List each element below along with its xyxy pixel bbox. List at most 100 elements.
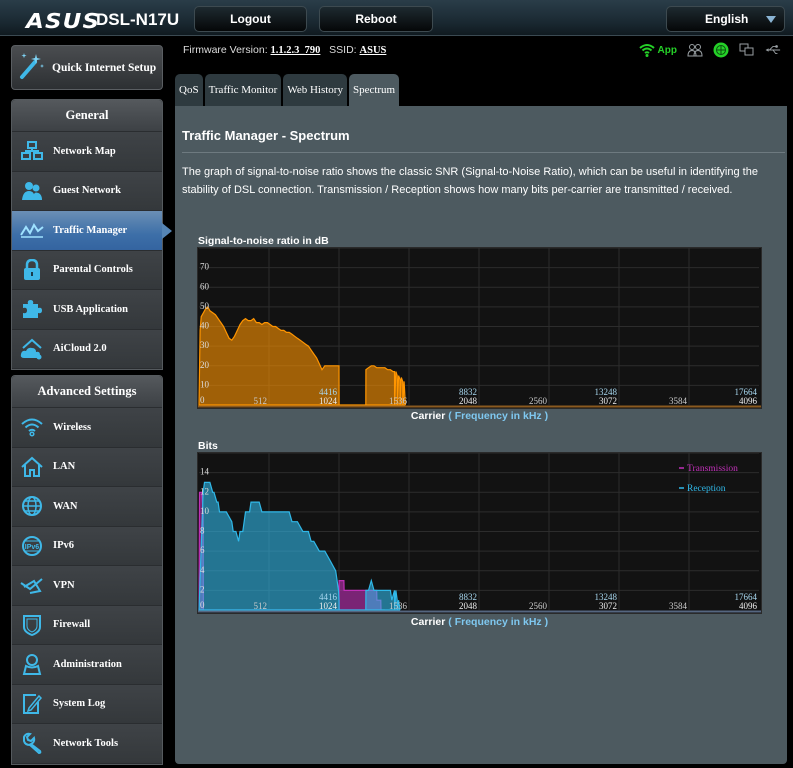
y-tick-label: 4 bbox=[200, 565, 205, 575]
y-tick-label: 0 bbox=[200, 395, 205, 405]
x-tick-label: 2048 bbox=[459, 601, 478, 611]
sidebar-item-administration[interactable]: Administration bbox=[12, 645, 162, 685]
sidebar-item-system-log[interactable]: System Log bbox=[12, 684, 162, 724]
admin-user-icon bbox=[19, 653, 45, 676]
x-freq-label: 13248 bbox=[595, 592, 618, 602]
menu-heading-advanced: Advanced Settings bbox=[12, 376, 162, 408]
y-tick-label: 8 bbox=[200, 526, 205, 536]
clients-icon[interactable] bbox=[687, 42, 703, 58]
y-tick-label: 2 bbox=[200, 584, 205, 594]
sidebar-item-ipv6[interactable]: IPv6 IPv6 bbox=[12, 526, 162, 566]
y-tick-label: 12 bbox=[200, 486, 209, 496]
y-tick-label: 50 bbox=[200, 301, 210, 311]
x-tick-label: 1024 bbox=[319, 396, 338, 406]
sidebar-item-label: Traffic Manager bbox=[53, 224, 128, 236]
axis-title-carrier: Carrier bbox=[410, 616, 446, 628]
y-tick-label: 10 bbox=[200, 379, 210, 389]
sidebar-item-parental-controls[interactable]: Parental Controls bbox=[12, 250, 162, 290]
wifi-icon bbox=[19, 416, 45, 438]
logout-button[interactable]: Logout bbox=[194, 6, 307, 32]
x-freq-label: 8832 bbox=[459, 592, 477, 602]
wifi-app-icon[interactable] bbox=[638, 42, 655, 58]
tab-spectrum[interactable]: Spectrum bbox=[348, 74, 400, 106]
sidebar-item-label: Network Tools bbox=[53, 737, 119, 749]
sidebar-item-label: Firewall bbox=[53, 619, 91, 631]
tab-web-history[interactable]: Web History bbox=[283, 74, 347, 106]
sidebar-item-aicloud[interactable]: AiCloud 2.0 bbox=[12, 329, 162, 369]
x-freq-label: 4416 bbox=[319, 387, 338, 397]
vpn-icon bbox=[19, 574, 45, 596]
y-tick-label: 60 bbox=[200, 281, 210, 291]
x-tick-label: 3584 bbox=[669, 601, 688, 611]
reboot-button[interactable]: Reboot bbox=[319, 6, 433, 32]
content-panel: Traffic Manager - Spectrum The graph of … bbox=[175, 106, 787, 764]
x-tick-label: 1024 bbox=[319, 601, 338, 611]
y-tick-label: 30 bbox=[200, 340, 210, 350]
quick-internet-setup-button[interactable]: Quick Internet Setup bbox=[11, 45, 163, 90]
x-tick-label: 512 bbox=[254, 601, 268, 611]
language-select[interactable]: English bbox=[666, 6, 785, 32]
y-tick-label: 10 bbox=[200, 506, 210, 516]
usb-icon[interactable] bbox=[765, 42, 781, 58]
sidebar-item-network-tools[interactable]: Network Tools bbox=[12, 724, 162, 764]
sidebar-item-wan[interactable]: WAN bbox=[12, 487, 162, 527]
cloud-home-icon bbox=[19, 338, 45, 360]
legend-label-transmission: Transmission bbox=[687, 464, 738, 474]
network-devices-icon[interactable] bbox=[739, 42, 755, 58]
y-tick-label: 6 bbox=[200, 545, 205, 555]
firmware-version-link[interactable]: 1.1.2.3_790 bbox=[271, 45, 321, 56]
sidebar-item-label: AiCloud 2.0 bbox=[53, 343, 107, 355]
magic-wand-icon bbox=[18, 50, 46, 85]
firmware-info: Firmware Version: 1.1.2.3_790 SSID: ASUS bbox=[183, 44, 386, 56]
x-freq-label: 17664 bbox=[735, 592, 758, 602]
wrench-icon bbox=[19, 732, 45, 755]
snr-x-axis-title: Carrier ( Frequency in kHz ) bbox=[197, 410, 762, 422]
series-area-snr bbox=[198, 305, 406, 406]
sidebar-item-firewall[interactable]: Firewall bbox=[12, 605, 162, 645]
sidebar-item-label: Parental Controls bbox=[53, 264, 133, 276]
app-link[interactable]: App bbox=[658, 45, 677, 56]
sidebar-item-label: IPv6 bbox=[53, 540, 74, 552]
y-tick-label: 20 bbox=[200, 360, 210, 370]
x-tick-label: 2560 bbox=[529, 396, 548, 406]
tab-bar: QoS Traffic Monitor Web History Spectrum bbox=[175, 74, 400, 106]
tab-qos[interactable]: QoS bbox=[175, 74, 203, 106]
series-area-reception bbox=[198, 481, 401, 611]
sidebar-item-lan[interactable]: LAN bbox=[12, 447, 162, 487]
shield-icon bbox=[19, 614, 45, 636]
axis-title-frequency: ( Frequency in kHz ) bbox=[448, 410, 549, 422]
x-tick-label: 4096 bbox=[739, 396, 758, 406]
bits-chart-svg: 0 2 4 6 8 10 12 14 512 1024 1536 2048 2560 3072 3584 40… bbox=[198, 453, 761, 613]
sidebar-item-label: System Log bbox=[53, 698, 106, 710]
sidebar-item-label: VPN bbox=[53, 579, 75, 591]
sidebar-item-wireless[interactable]: Wireless bbox=[12, 408, 162, 448]
x-tick-label: 3072 bbox=[599, 396, 617, 406]
x-tick-label: 512 bbox=[254, 396, 268, 406]
model-name: DSL-N17U bbox=[96, 10, 180, 29]
title-divider bbox=[182, 152, 785, 153]
x-freq-label: 8832 bbox=[459, 387, 477, 397]
sidebar-item-usb-application[interactable]: USB Application bbox=[12, 290, 162, 330]
sidebar-item-guest-network[interactable]: Guest Network bbox=[12, 171, 162, 211]
ssid-link[interactable]: ASUS bbox=[360, 45, 387, 56]
log-edit-icon bbox=[19, 693, 45, 715]
sidebar-item-network-map[interactable]: Network Map bbox=[12, 132, 162, 172]
sidebar-item-label: USB Application bbox=[53, 303, 128, 315]
network-map-icon bbox=[19, 140, 45, 162]
tab-traffic-monitor[interactable]: Traffic Monitor bbox=[204, 74, 282, 106]
x-tick-label: 2560 bbox=[529, 601, 548, 611]
ipv6-globe-icon: IPv6 bbox=[19, 535, 45, 557]
asus-logo: ASUS bbox=[26, 9, 101, 33]
snr-chart-title: Signal-to-noise ratio in dB bbox=[198, 235, 329, 247]
sidebar-item-label: Administration bbox=[53, 658, 122, 670]
ssid-label: SSID: bbox=[329, 44, 357, 56]
sidebar-item-vpn[interactable]: VPN bbox=[12, 566, 162, 606]
house-icon bbox=[19, 456, 45, 478]
legend-label-reception: Reception bbox=[687, 484, 726, 494]
x-tick-label: 2048 bbox=[459, 396, 478, 406]
status-bar: Firmware Version: 1.1.2.3_790 SSID: ASUS… bbox=[175, 36, 793, 70]
x-freq-label: 13248 bbox=[595, 387, 618, 397]
sidebar-item-traffic-manager[interactable]: Traffic Manager bbox=[12, 211, 172, 251]
internet-status-icon[interactable] bbox=[713, 42, 729, 58]
y-tick-label: 14 bbox=[200, 467, 210, 477]
